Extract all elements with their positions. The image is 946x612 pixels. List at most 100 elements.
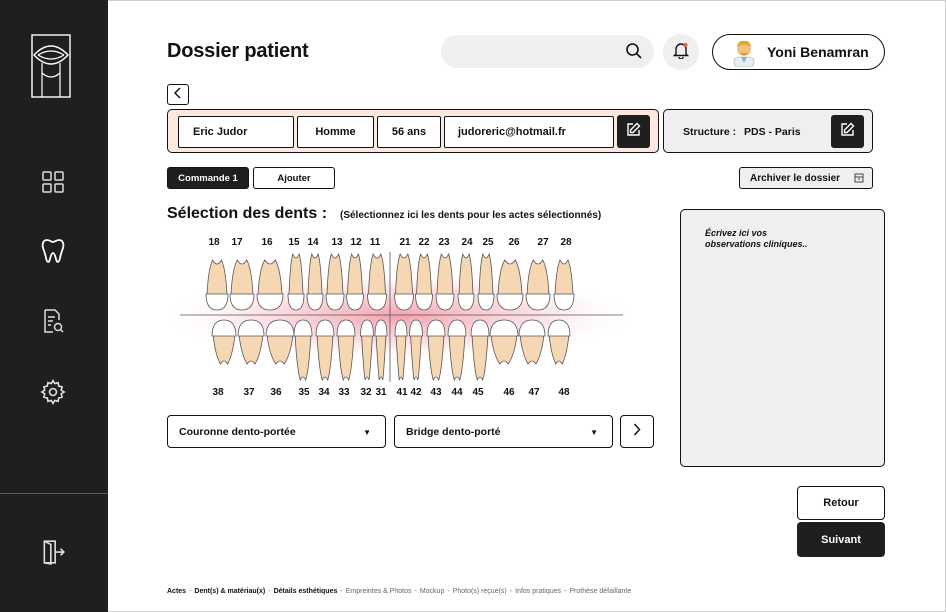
edit-structure-button[interactable] [831, 115, 864, 148]
tooth-14[interactable] [306, 252, 324, 311]
edit-patient-button[interactable] [617, 115, 650, 148]
sidebar-item-dashboard[interactable] [36, 167, 70, 201]
next-button[interactable]: Suivant [797, 522, 885, 557]
tooth-25[interactable] [477, 252, 495, 311]
tooth-23[interactable] [435, 252, 455, 311]
tooth-44[interactable] [447, 319, 467, 382]
step-item[interactable]: Mockup [420, 588, 445, 595]
brand-logo [30, 33, 72, 99]
tooth-12[interactable] [346, 252, 364, 311]
sidebar-divider [0, 493, 108, 494]
patient-name: Eric Judor [193, 126, 248, 138]
tooth-15[interactable] [287, 252, 305, 311]
structure-label: Structure : [683, 126, 737, 138]
back-arrow-button[interactable] [167, 84, 189, 105]
page-title: Dossier patient [167, 40, 309, 62]
step-item[interactable]: Empreintes & Photos [346, 588, 412, 595]
gear-icon [40, 378, 66, 410]
sidebar-item-settings[interactable] [36, 377, 70, 411]
structure-bar: Structure : PDS - Paris [663, 109, 873, 153]
tooth-icon [41, 238, 65, 269]
avatar [731, 37, 757, 68]
user-name: Yoni Benamran [767, 44, 869, 60]
step-item[interactable]: Détails esthétiques [274, 588, 338, 595]
tooth-17[interactable] [229, 259, 255, 311]
tooth-11[interactable] [367, 252, 387, 311]
step-item[interactable]: Photo(s) reçue(s) [453, 588, 507, 595]
step-separator: - [414, 588, 417, 595]
logout-icon [40, 539, 66, 570]
step-item[interactable]: Infos pratiques [515, 588, 561, 595]
patient-name-field[interactable]: Eric Judor [178, 116, 294, 148]
patient-age-field[interactable]: 56 ans [377, 116, 441, 148]
tooth-37[interactable] [237, 319, 265, 365]
chevron-left-icon [173, 86, 182, 104]
tooth-22[interactable] [415, 252, 433, 311]
tab-ajouter[interactable]: Ajouter [253, 167, 335, 189]
step-separator: - [509, 588, 513, 595]
tooth-35[interactable] [293, 319, 313, 382]
progress-steps: Actes - Dent(s) & matériau(x) - Détails esth… [167, 588, 631, 595]
step-separator: - [340, 588, 343, 595]
patient-email: judoreric@hotmail.fr [458, 126, 566, 138]
dental-chart[interactable] [168, 246, 630, 390]
tooth-47[interactable] [518, 319, 546, 365]
document-search-icon [41, 308, 65, 339]
tooth-26[interactable] [496, 259, 524, 311]
prosthesis-type-value: Bridge dento-porté [406, 425, 501, 438]
tooth-32[interactable] [360, 319, 374, 381]
tooth-21[interactable] [394, 252, 414, 311]
tooth-28[interactable] [553, 259, 575, 311]
archive-icon [854, 173, 864, 183]
clinical-notes-textarea[interactable]: Écrivez ici vos observations cliniques.. [680, 209, 885, 467]
search-icon[interactable] [625, 42, 643, 60]
tooth-24[interactable] [457, 252, 475, 311]
tooth-27[interactable] [525, 259, 551, 311]
tooth-31[interactable] [374, 319, 388, 381]
step-item[interactable]: Dent(s) & matériau(x) [194, 588, 265, 595]
selection-title: Sélection des dents : [167, 205, 328, 222]
sidebar-item-dental[interactable] [36, 236, 70, 270]
patient-info-bar: Eric Judor Homme 56 ans judoreric@hotmai… [167, 109, 659, 153]
step-item[interactable]: Actes [167, 588, 186, 595]
sidebar [0, 0, 108, 612]
bell-icon [672, 41, 690, 64]
selection-subtitle: (Sélectionnez ici les dents pour les act… [340, 210, 602, 221]
act-type-select[interactable]: Couronne dento-portée ▼ [167, 415, 386, 448]
tooth-45[interactable] [470, 319, 490, 382]
caret-down-icon: ▼ [363, 428, 371, 437]
step-separator: - [564, 588, 567, 595]
tooth-18[interactable] [205, 259, 229, 311]
prosthesis-type-select[interactable]: Bridge dento-porté ▼ [394, 415, 613, 448]
back-button[interactable]: Retour [797, 486, 885, 520]
grid-icon [41, 170, 65, 199]
archive-label: Archiver le dossier [750, 172, 841, 184]
tooth-48[interactable] [547, 319, 571, 365]
tooth-34[interactable] [315, 319, 335, 382]
search-input[interactable] [441, 35, 654, 68]
tab-commande-1[interactable]: Commande 1 [167, 167, 249, 189]
tooth-36[interactable] [265, 319, 295, 365]
tooth-41[interactable] [394, 319, 408, 381]
patient-sex-field[interactable]: Homme [297, 116, 374, 148]
user-menu[interactable]: Yoni Benamran [712, 34, 885, 70]
sidebar-item-records[interactable] [36, 306, 70, 340]
archive-button[interactable]: Archiver le dossier [739, 167, 873, 189]
act-type-value: Couronne dento-portée [179, 425, 296, 438]
tooth-16[interactable] [256, 259, 284, 311]
sidebar-item-logout[interactable] [36, 537, 70, 571]
step-item[interactable]: Prothèse défaillante [569, 588, 631, 595]
tooth-33[interactable] [336, 319, 356, 382]
chevron-right-icon [633, 422, 641, 441]
tooth-46[interactable] [489, 319, 519, 365]
tooth-13[interactable] [325, 252, 345, 311]
patient-sex: Homme [315, 126, 356, 138]
tooth-43[interactable] [426, 319, 446, 382]
step-separator: - [189, 588, 192, 595]
tooth-42[interactable] [409, 319, 423, 381]
tooth-38[interactable] [211, 319, 237, 365]
edit-icon [840, 122, 855, 142]
next-selection-button[interactable] [620, 415, 654, 448]
notifications-button[interactable] [663, 34, 699, 70]
patient-email-field[interactable]: judoreric@hotmail.fr [444, 116, 614, 148]
